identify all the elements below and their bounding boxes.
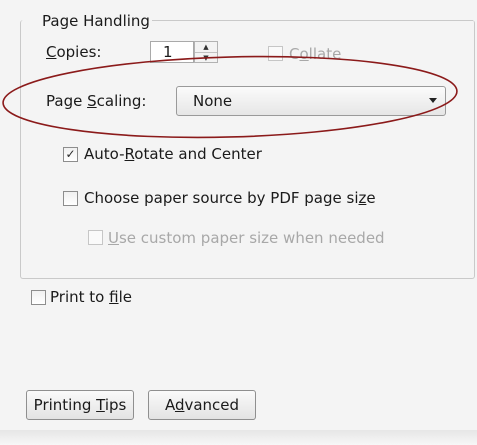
- advanced-button[interactable]: Advanced: [148, 390, 256, 420]
- custom-paper-label: Use custom paper size when needed: [108, 229, 385, 247]
- collate-checkbox[interactable]: [268, 46, 283, 61]
- printing-tips-button[interactable]: Printing Tips: [26, 390, 134, 420]
- chevron-down-icon: [429, 98, 437, 103]
- page-handling-title: Page Handling: [40, 12, 152, 30]
- spinner-down-icon[interactable]: ▼: [195, 53, 217, 63]
- page-scaling-label: Page Scaling:: [46, 92, 147, 110]
- paper-source-checkbox[interactable]: [63, 191, 78, 206]
- page-scaling-value: None: [193, 92, 233, 110]
- copies-label: Copies:: [46, 43, 102, 61]
- print-to-file-label: Print to file: [50, 288, 132, 306]
- groupbox-top-border: [150, 20, 473, 21]
- print-to-file-checkbox[interactable]: [31, 290, 46, 305]
- collate-label: Collate: [289, 45, 342, 63]
- copies-input[interactable]: 1: [150, 41, 194, 63]
- dialog-bottom-strip: [0, 430, 477, 445]
- auto-rotate-checkbox[interactable]: ✓: [63, 147, 78, 162]
- paper-source-label: Choose paper source by PDF page size: [84, 189, 376, 207]
- auto-rotate-label: Auto-Rotate and Center: [84, 145, 262, 163]
- copies-spinner[interactable]: ▲ ▼: [194, 41, 218, 63]
- custom-paper-checkbox[interactable]: [88, 230, 103, 245]
- print-dialog-panel: Page Handling Copies: 1 ▲ ▼ Collate Page…: [0, 0, 477, 445]
- spinner-up-icon[interactable]: ▲: [195, 42, 217, 53]
- page-scaling-select[interactable]: None: [176, 86, 446, 116]
